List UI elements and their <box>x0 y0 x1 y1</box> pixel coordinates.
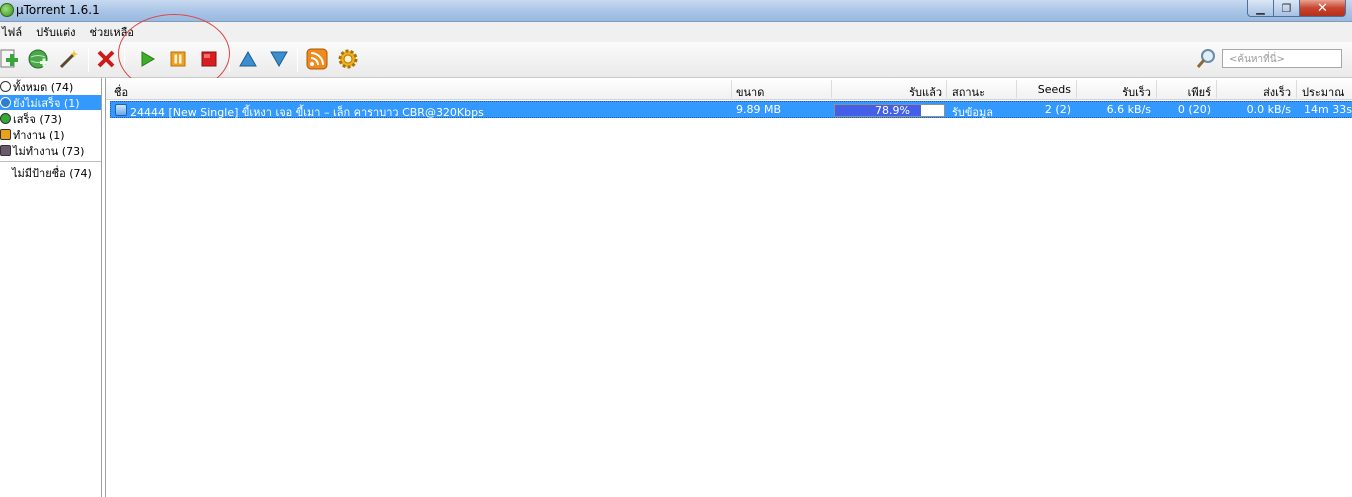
add-torrent-icon <box>0 49 18 68</box>
sidebar-item-no-label[interactable]: ไม่มีป้ายชื่อ (74) <box>12 165 92 180</box>
column-separator[interactable] <box>946 80 947 98</box>
column-separator[interactable] <box>1076 80 1077 98</box>
sidebar-divider <box>0 161 101 162</box>
search-input[interactable]: <ค้นหาที่นี่> <box>1222 49 1342 68</box>
column-header-seeds[interactable]: Seeds <box>1021 83 1071 96</box>
download-arrow-icon <box>115 104 127 116</box>
sidebar-item-label: ไม่มีป้ายชื่อ (74) <box>12 166 92 180</box>
category-sidebar: ทั้งหมด (74) ยังไม่เสร็จ (1) เสร็จ (73) … <box>0 78 102 497</box>
window-title: µTorrent 1.6.1 <box>16 3 100 17</box>
column-separator[interactable] <box>731 80 732 98</box>
torrent-peers: 0 (20) <box>1177 103 1211 116</box>
sidebar-item-active[interactable]: ทำงาน (1) <box>0 127 65 142</box>
column-header-name[interactable]: ชื่อ <box>114 83 128 101</box>
sidebar-item-label: ไม่ทำงาน (73) <box>13 144 85 158</box>
preferences-button[interactable] <box>336 47 360 71</box>
progress-bar: 78.9% <box>834 104 945 117</box>
close-button[interactable]: ✕ <box>1300 0 1346 17</box>
table-row[interactable]: 24444 [New Single] ขี้เหงา เจอ ขี้เมา – … <box>110 101 1352 119</box>
list-header: ชื่อ ขนาด รับแล้ว สถานะ Seeds รับเร็ว เพ… <box>106 78 1352 100</box>
column-separator[interactable] <box>1016 80 1017 98</box>
triangle-down-icon <box>270 51 288 68</box>
column-header-eta[interactable]: ประมาณ <box>1302 83 1344 101</box>
column-separator[interactable] <box>831 80 832 98</box>
move-up-button[interactable] <box>236 47 260 71</box>
toolbar-separator <box>88 48 89 72</box>
torrent-size: 9.89 MB <box>736 103 782 116</box>
window-controls: ▁ ❐ ✕ <box>1247 0 1346 17</box>
remove-torrent-button[interactable] <box>94 47 118 71</box>
app-logo-icon <box>0 3 14 17</box>
menu-options[interactable]: ปรับแต่ง <box>34 23 81 41</box>
all-icon <box>0 81 11 92</box>
downloading-icon <box>0 97 11 108</box>
magic-wand-icon <box>59 50 78 69</box>
sidebar-item-completed[interactable]: เสร็จ (73) <box>0 111 62 126</box>
menu-file[interactable]: ไฟล์ <box>0 23 28 41</box>
create-torrent-button[interactable] <box>56 47 80 71</box>
active-icon <box>0 129 11 140</box>
completed-icon <box>0 113 11 124</box>
search-engine-button[interactable] <box>1194 47 1218 71</box>
delete-x-icon <box>97 50 115 68</box>
column-header-done[interactable]: รับแล้ว <box>896 83 942 101</box>
sidebar-item-inactive[interactable]: ไม่ทำงาน (73) <box>0 143 84 158</box>
rss-icon <box>306 48 328 70</box>
globe-add-icon <box>28 49 48 69</box>
sidebar-item-all[interactable]: ทั้งหมด (74) <box>0 79 73 94</box>
column-header-peers[interactable]: เพียร์ <box>1161 83 1211 101</box>
magnifier-icon <box>1196 49 1215 68</box>
torrent-name: 24444 [New Single] ขี้เหงา เจอ ขี้เมา – … <box>130 106 484 119</box>
gear-icon <box>338 49 358 69</box>
torrent-eta: 14m 33s <box>1304 103 1352 116</box>
torrent-status: รับข้อมูล <box>952 106 994 119</box>
rss-button[interactable] <box>305 47 329 71</box>
column-header-up-speed[interactable]: ส่งเร็ว <box>1221 83 1291 101</box>
move-down-button[interactable] <box>267 47 291 71</box>
triangle-up-icon <box>239 50 257 67</box>
maximize-button[interactable]: ❐ <box>1274 0 1300 17</box>
column-header-size[interactable]: ขนาด <box>736 83 764 101</box>
sidebar-item-downloading[interactable]: ยังไม่เสร็จ (1) <box>0 95 101 110</box>
add-torrent-button[interactable] <box>0 47 20 71</box>
add-torrent-url-button[interactable] <box>26 47 50 71</box>
torrent-up-speed: 0.0 kB/s <box>1246 103 1291 116</box>
torrent-list: ชื่อ ขนาด รับแล้ว สถานะ Seeds รับเร็ว เพ… <box>105 78 1352 497</box>
toolbar-separator <box>297 48 298 72</box>
torrent-down-speed: 6.6 kB/s <box>1106 103 1151 116</box>
column-header-down-speed[interactable]: รับเร็ว <box>1081 83 1151 101</box>
column-separator[interactable] <box>1296 80 1297 98</box>
progress-label: 78.9% <box>875 104 910 117</box>
column-separator[interactable] <box>1156 80 1157 98</box>
column-separator[interactable] <box>1216 80 1217 98</box>
minimize-button[interactable]: ▁ <box>1247 0 1274 17</box>
torrent-seeds: 2 (2) <box>1044 103 1071 116</box>
column-header-status[interactable]: สถานะ <box>952 83 985 101</box>
inactive-icon <box>0 145 11 156</box>
